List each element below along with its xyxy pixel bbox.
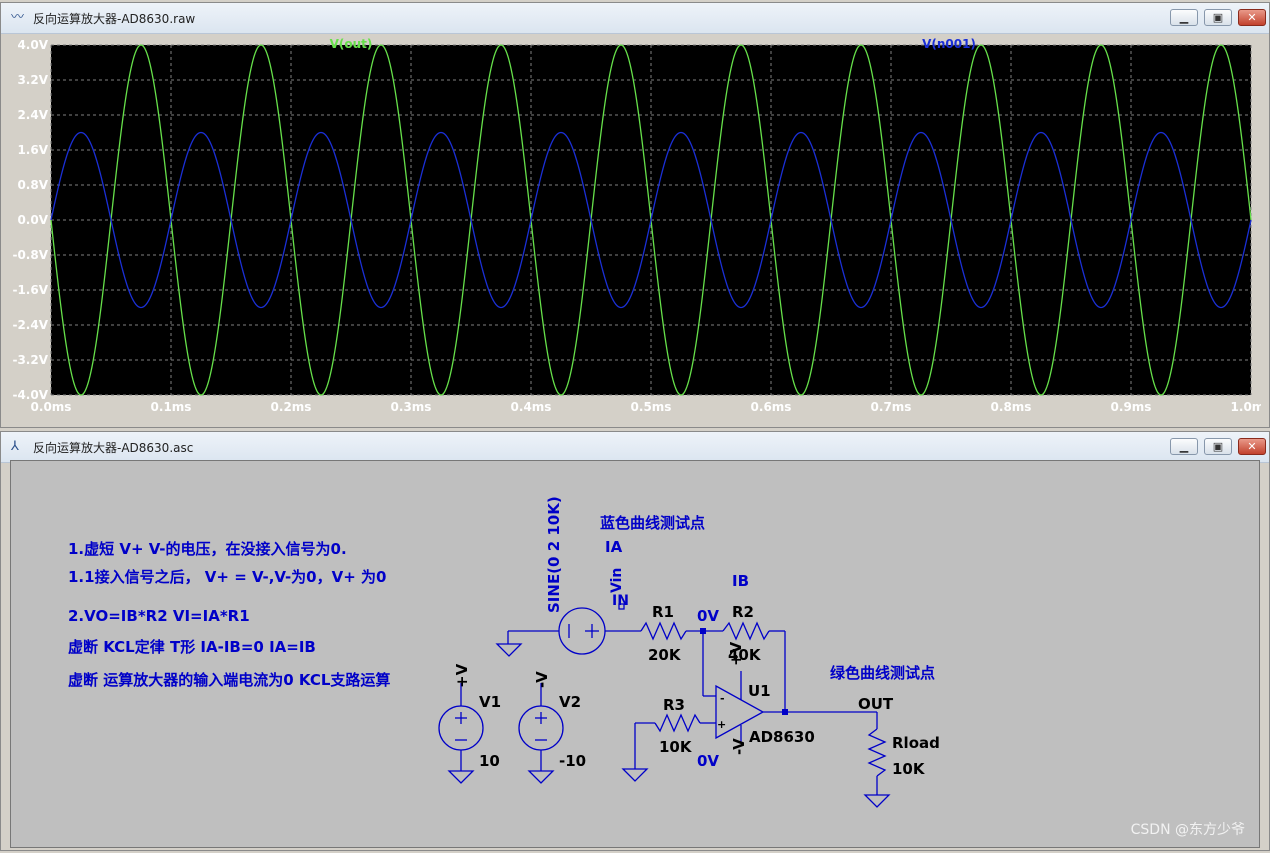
waveform-titlebar[interactable]: 〰 反向运算放大器-AD8630.raw ▁ ▣ ✕ [1, 3, 1269, 34]
y-tick-label: 4.0V [17, 38, 48, 52]
maximize-button[interactable]: ▣ [1204, 9, 1232, 26]
x-tick-label: 0.8ms [991, 400, 1032, 414]
u1-vplus-label[interactable]: +V [727, 641, 745, 666]
x-tick-label: 0.7ms [871, 400, 912, 414]
x-tick-label: 0.3ms [391, 400, 432, 414]
r1-resistor[interactable] [640, 621, 687, 641]
ib-label: IB [732, 572, 749, 590]
y-tick-label: -4.0V [12, 388, 48, 402]
r2-name[interactable]: R2 [732, 603, 754, 621]
ground-symbol-rload[interactable] [863, 794, 891, 808]
y-tick-label: 0.8V [17, 178, 48, 192]
x-tick-label: 0.0ms [31, 400, 72, 414]
ground-symbol-vin[interactable] [495, 643, 523, 657]
y-tick-label: -2.4V [12, 318, 48, 332]
node-0v-bottom: 0V [697, 752, 719, 770]
y-tick-label: -0.8V [12, 248, 48, 262]
y-tick-label: 2.4V [17, 108, 48, 122]
ground-symbol-v1[interactable] [447, 770, 475, 784]
u1-part[interactable]: AD8630 [749, 728, 815, 746]
rload-name[interactable]: Rload [892, 734, 940, 752]
vin-name-label[interactable]: Vin [609, 568, 625, 593]
node-0v-top: 0V [697, 607, 719, 625]
close-button[interactable]: ✕ [1238, 9, 1266, 26]
waveform-window-icon: 〰 [11, 10, 25, 25]
u1-vminus-label[interactable]: -V [730, 738, 748, 755]
r1-value[interactable]: 20K [648, 646, 682, 664]
u1-name[interactable]: U1 [748, 682, 771, 700]
x-tick-label: 0.1ms [151, 400, 192, 414]
v2-name[interactable]: V2 [559, 693, 581, 711]
v1-value[interactable]: 10 [479, 752, 500, 770]
waveform-chart[interactable]: 0.0ms 0.1ms 0.2ms 0.3ms 0.4ms 0.5ms 0.6ms 0.7ms… [11, 35, 1270, 425]
close-button[interactable]: ✕ [1238, 438, 1266, 455]
v1-net-label[interactable]: +V [453, 663, 471, 688]
r3-value[interactable]: 10K [659, 738, 693, 756]
y-tick-label: -3.2V [12, 353, 48, 367]
schematic-window-icon: ⅄ [11, 439, 19, 454]
y-tick-label: 0.0V [17, 213, 48, 227]
schematic-titlebar[interactable]: ⅄ 反向运算放大器-AD8630.asc ▁ ▣ ✕ [1, 432, 1269, 463]
x-tick-label: 0.5ms [631, 400, 672, 414]
minimize-button[interactable]: ▁ [1170, 438, 1198, 455]
x-tick-label: 0.2ms [271, 400, 312, 414]
y-tick-label: -1.6V [12, 283, 48, 297]
sine-spec-label[interactable]: SINE(0 2 10K) [545, 496, 563, 613]
ia-label: IA [605, 538, 623, 556]
net-in-label[interactable]: IN [612, 593, 629, 609]
v2-value[interactable]: -10 [559, 752, 586, 770]
schematic-canvas[interactable]: 1.虚短 V+ V-的电压，在没接入信号为0. 1.1接入信号之后， V+ = … [10, 460, 1260, 848]
node-junction-inv[interactable] [700, 628, 706, 634]
schematic-drawing[interactable]: SINE(0 2 10K) Vin IN 蓝色曲线测试点 IA IB R1 20… [11, 461, 1259, 847]
r1-name[interactable]: R1 [652, 603, 674, 621]
ground-symbol-r3[interactable] [621, 768, 649, 782]
x-tick-label: 1.0ms [1231, 400, 1261, 414]
maximize-button[interactable]: ▣ [1204, 438, 1232, 455]
opamp-minus-sign: - [720, 692, 725, 705]
r3-resistor[interactable] [654, 713, 701, 733]
r2-resistor[interactable] [722, 621, 770, 641]
opamp-plus-sign: + [717, 718, 726, 731]
out-net-label[interactable]: OUT [858, 695, 894, 713]
v1-name[interactable]: V1 [479, 693, 501, 711]
minimize-button[interactable]: ▁ [1170, 9, 1198, 26]
node-junction-out[interactable] [782, 709, 788, 715]
waveform-window: 〰 反向运算放大器-AD8630.raw ▁ ▣ ✕ 0.0ms 0.1ms 0.2… [0, 2, 1270, 428]
ground-symbol-v2[interactable] [527, 770, 555, 784]
green-curve-label: 绿色曲线测试点 [830, 664, 935, 682]
y-tick-label: 1.6V [17, 143, 48, 157]
rload-value[interactable]: 10K [892, 760, 926, 778]
watermark-text: CSDN @东方少爷 [1130, 822, 1245, 838]
v2-net-label[interactable]: -V [533, 671, 551, 688]
legend-vn001[interactable]: V(n001) [922, 37, 976, 51]
blue-curve-label: 蓝色曲线测试点 [600, 514, 705, 532]
x-tick-label: 0.4ms [511, 400, 552, 414]
x-tick-label: 0.6ms [751, 400, 792, 414]
waveform-plot-area[interactable]: 0.0ms 0.1ms 0.2ms 0.3ms 0.4ms 0.5ms 0.6ms 0.7ms… [11, 35, 1270, 425]
y-tick-label: 3.2V [17, 73, 48, 87]
legend-vout[interactable]: V(out) [330, 37, 373, 51]
waveform-window-title: 反向运算放大器-AD8630.raw [33, 12, 196, 26]
r3-name[interactable]: R3 [663, 696, 685, 714]
x-tick-label: 0.9ms [1111, 400, 1152, 414]
schematic-window-title: 反向运算放大器-AD8630.asc [33, 441, 194, 455]
rload-resistor[interactable] [867, 728, 887, 777]
